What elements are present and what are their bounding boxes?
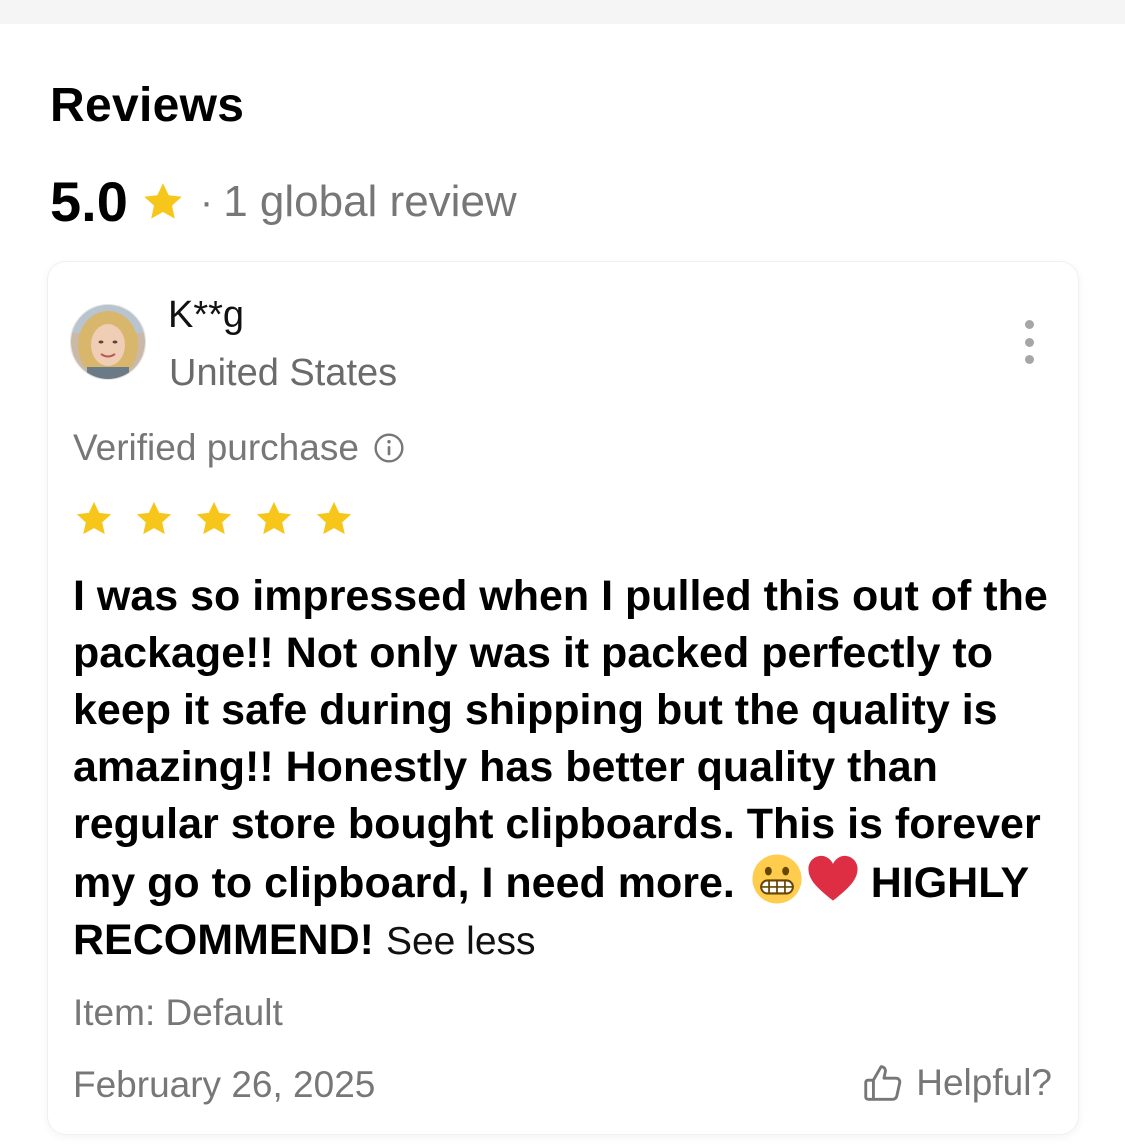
star-icon [144,183,182,219]
review-date: February 26, 2025 [73,1064,376,1105]
helpful-label: Helpful? [916,1062,1052,1103]
summary-separator: · [199,180,214,224]
thumbs-up-icon [864,1065,902,1101]
star-icon [316,501,352,535]
grimacing-face-emoji [752,854,802,904]
red-heart-emoji [808,855,858,901]
avatar-photo [71,305,145,379]
star-rating [73,498,355,540]
verified-label: Verified purchase [73,427,359,468]
ellipsis-dot [1024,337,1034,347]
review-body: I was so impressed when I pulled this ou… [73,568,1063,970]
star-icon [196,501,232,535]
helpful-button[interactable]: Helpful? [860,1060,1052,1106]
verified-purchase: Verified purchase [73,426,405,470]
star-icon [136,501,172,535]
ellipsis-dot [1024,355,1034,364]
reviewer-avatar[interactable] [70,304,146,380]
top-divider-strip [0,0,1125,24]
star-icon [76,501,112,535]
reviews-heading: Reviews [50,79,245,132]
review-count: 1 global review [223,177,517,226]
star-icon [256,501,292,535]
reviewer-country: United States [169,352,398,394]
review-card: K**g United States Verified purchase I w… [48,262,1078,1134]
average-rating: 5.0 [50,170,128,233]
review-text: I was so impressed when I pulled this ou… [73,572,1048,907]
more-options-button[interactable] [1014,320,1044,364]
vertical-ellipsis-icon [1024,320,1034,329]
item-variant: Item: Default [73,992,283,1033]
rating-summary: 5.0 · 1 global review [50,172,517,232]
see-less-link[interactable]: See less [386,920,536,963]
info-circle-icon[interactable] [373,432,405,464]
reviewer-name: K**g [168,294,245,336]
